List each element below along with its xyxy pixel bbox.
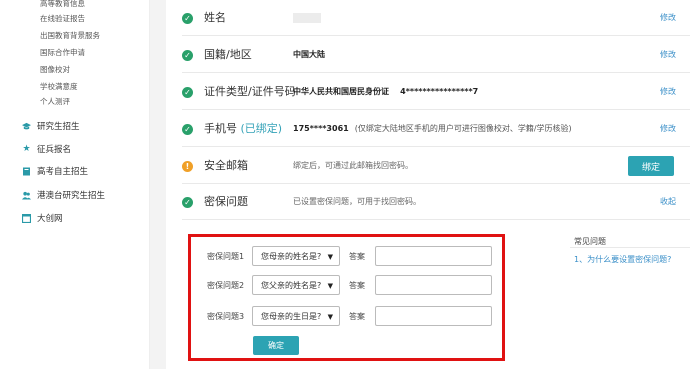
row-label: 国籍/地区 [204, 48, 252, 61]
faq-divider [570, 247, 690, 248]
graduation-cap-icon [22, 122, 31, 131]
left-sidebar: 高等教育信息 在线验证报告 出国教育背景服务 国际合作申请 图像校对 学校满意度… [0, 0, 150, 369]
row-value: 绑定后，可通过此邮箱找回密码。 [293, 161, 413, 170]
check-icon: ✓ [182, 124, 193, 135]
star-icon: ★ [22, 143, 31, 154]
bound-tag: (已绑定) [240, 122, 283, 135]
answer-label: 答案 [349, 252, 365, 261]
question-label: 密保问题1 [207, 252, 245, 261]
sidebar-section-dachuang[interactable]: 大创网 [22, 210, 63, 226]
bind-email-button[interactable]: 绑定 [628, 156, 674, 176]
sidebar-section-label: 大创网 [37, 214, 63, 224]
people-icon [22, 191, 31, 200]
row-value: 已设置密保问题，可用于找回密码。 [293, 197, 421, 206]
account-info-panel: ✓ 姓名 修改 ✓ 国籍/地区 中国大陆 修改 ✓ 证件类型/证件号码 中华人民… [166, 0, 700, 369]
sidebar-sub-item[interactable]: 国际合作申请 [40, 48, 85, 58]
book-icon [22, 167, 31, 176]
question-select[interactable]: 您母亲的姓名是? ▼ [252, 246, 340, 266]
collapse-link[interactable]: 收起 [660, 184, 676, 220]
edit-link[interactable]: 修改 [660, 0, 676, 36]
faq-link[interactable]: 1、为什么要设置密保问题? [574, 254, 671, 265]
check-icon: ✓ [182, 197, 193, 208]
row-label: 证件类型/证件号码 [204, 85, 296, 98]
row-label: 姓名 [204, 11, 226, 24]
answer-label: 答案 [349, 281, 365, 290]
question-label: 密保问题3 [207, 312, 245, 321]
sidebar-sub-item[interactable]: 图像校对 [40, 65, 70, 75]
question-row: 密保问题2 您父亲的姓名是? ▼ 答案 [191, 275, 502, 297]
sidebar-sub-item[interactable]: 学校满意度 [40, 82, 78, 92]
row-nationality: ✓ 国籍/地区 中国大陆 修改 [182, 37, 690, 73]
faq-title: 常见问题 [574, 237, 606, 246]
sidebar-section-label: 高考自主招生 [37, 167, 89, 177]
redacted-name [293, 12, 321, 23]
check-icon: ✓ [182, 50, 193, 61]
edit-link[interactable]: 修改 [660, 74, 676, 110]
selected-question: 您父亲的姓名是? [261, 280, 322, 290]
row-value: 175****3061 (仅绑定大陆地区手机的用户可进行图像校对、学籍/学历核验) [293, 111, 572, 147]
selected-question: 您母亲的姓名是? [261, 251, 322, 261]
sidebar-section-graduate[interactable]: 研究生招生 [22, 118, 80, 134]
dropdown-arrow-icon: ▼ [327, 253, 333, 261]
row-id-document: ✓ 证件类型/证件号码 中华人民共和国居民身份证 4**************… [182, 74, 690, 110]
selected-question: 您母亲的生日是? [261, 311, 322, 321]
answer-label: 答案 [349, 312, 365, 321]
phone-number: 175****3061 [293, 124, 349, 133]
question-row: 密保问题3 您母亲的生日是? ▼ 答案 [191, 306, 502, 328]
answer-input[interactable] [375, 275, 492, 295]
question-select[interactable]: 您父亲的姓名是? ▼ [252, 275, 340, 295]
edit-link[interactable]: 修改 [660, 37, 676, 73]
row-email: ! 安全邮箱 绑定后，可通过此邮箱找回密码。 绑定 [182, 148, 690, 184]
dropdown-arrow-icon: ▼ [327, 313, 333, 321]
row-phone: ✓ 手机号 (已绑定) 175****3061 (仅绑定大陆地区手机的用户可进行图… [182, 111, 690, 147]
edit-link[interactable]: 修改 [660, 111, 676, 147]
question-select[interactable]: 您母亲的生日是? ▼ [252, 306, 340, 326]
check-icon: ✓ [182, 87, 193, 98]
id-number: 4****************7 [400, 87, 479, 96]
warning-icon: ! [182, 161, 193, 172]
confirm-button[interactable]: 确定 [253, 336, 299, 355]
row-value: 中国大陆 [293, 50, 325, 59]
row-label: 手机号 (已绑定) [204, 111, 282, 147]
dropdown-arrow-icon: ▼ [327, 282, 333, 290]
sidebar-section-label: 港澳台研究生招生 [37, 191, 106, 201]
row-value: 中华人民共和国居民身份证 4****************7 [293, 74, 478, 110]
row-security-question: ✓ 密保问题 已设置密保问题，可用于找回密码。 收起 [182, 184, 690, 220]
row-label: 密保问题 [204, 195, 248, 208]
id-type: 中华人民共和国居民身份证 [293, 87, 389, 96]
sidebar-sub-item[interactable]: 在线验证报告 [40, 14, 85, 24]
sidebar-section-gaokao[interactable]: 高考自主招生 [22, 163, 88, 179]
sidebar-sub-item[interactable]: 高等教育信息 [40, 0, 85, 9]
phone-label: 手机号 [204, 122, 237, 135]
window-icon [22, 213, 31, 223]
check-icon: ✓ [182, 13, 193, 24]
question-label: 密保问题2 [207, 281, 245, 290]
row-value [293, 0, 321, 36]
sidebar-sub-item[interactable]: 个人测评 [40, 97, 70, 107]
phone-note: (仅绑定大陆地区手机的用户可进行图像校对、学籍/学历核验) [354, 124, 572, 133]
sidebar-section-hmt[interactable]: 港澳台研究生招生 [22, 187, 105, 203]
sidebar-section-label: 征兵报名 [37, 145, 72, 155]
sidebar-section-enlist[interactable]: ★ 征兵报名 [22, 141, 71, 157]
layout-gutter [150, 0, 166, 369]
answer-input[interactable] [375, 246, 492, 266]
row-name: ✓ 姓名 修改 [182, 0, 690, 36]
security-question-form: 密保问题1 您母亲的姓名是? ▼ 答案 密保问题2 您父亲的姓名是? ▼ 答案 密保… [188, 234, 505, 361]
question-row: 密保问题1 您母亲的姓名是? ▼ 答案 [191, 246, 502, 268]
sidebar-section-label: 研究生招生 [37, 122, 80, 132]
sidebar-sub-item[interactable]: 出国教育背景服务 [40, 31, 100, 41]
row-label: 安全邮箱 [204, 159, 248, 172]
answer-input[interactable] [375, 306, 492, 326]
